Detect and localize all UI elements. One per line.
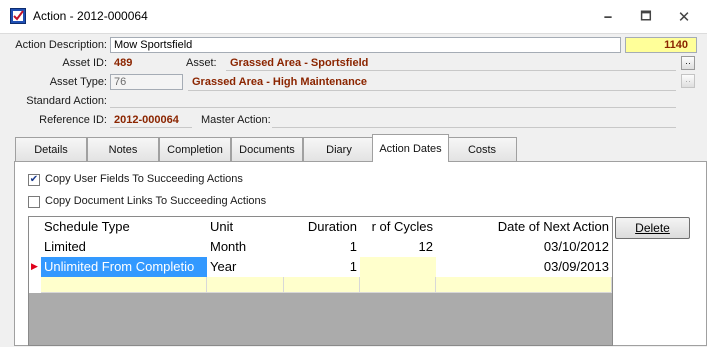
- grid-corner: [29, 217, 41, 237]
- standard-action-field[interactable]: [110, 107, 676, 108]
- master-action-field[interactable]: [272, 127, 676, 128]
- table-cell[interactable]: 1: [284, 257, 360, 277]
- tab-costs[interactable]: Costs: [447, 137, 517, 161]
- close-icon[interactable]: ✕: [674, 8, 694, 26]
- title-bar[interactable]: Action - 2012-000064 🗕 🗖 ✕: [0, 0, 707, 33]
- column-header-cycles[interactable]: r of Cycles: [360, 217, 436, 237]
- current-row-indicator-icon[interactable]: ▶: [29, 257, 41, 277]
- asset-label: Asset:: [186, 57, 217, 69]
- copy-doc-links-checkbox[interactable]: [28, 196, 40, 208]
- asset-type-lookup-button[interactable]: ‥: [681, 74, 695, 88]
- tab-diary[interactable]: Diary: [303, 137, 375, 161]
- copy-doc-links-label: Copy Document Links To Succeeding Action…: [45, 195, 267, 207]
- tab-details[interactable]: Details: [15, 137, 87, 161]
- minimize-icon[interactable]: 🗕: [598, 8, 618, 26]
- window-title: Action - 2012-000064: [33, 9, 148, 23]
- reference-id-value: 2012-000064: [114, 114, 179, 126]
- tab-documents[interactable]: Documents: [231, 137, 303, 161]
- asset-type-value: Grassed Area - High Maintenance: [192, 76, 368, 88]
- table-cell[interactable]: 1: [284, 237, 360, 257]
- table-cell[interactable]: Limited: [41, 237, 207, 257]
- action-description-label: Action Description:: [15, 39, 107, 51]
- standard-action-label: Standard Action:: [26, 95, 107, 107]
- delete-button[interactable]: Delete: [615, 217, 690, 239]
- new-row-cell[interactable]: [436, 277, 612, 293]
- reference-id-line: [110, 127, 192, 128]
- schedule-grid[interactable]: Schedule Type Unit Duration r of Cycles …: [28, 216, 613, 346]
- table-cell[interactable]: Unlimited From Completio: [41, 257, 207, 277]
- table-cell[interactable]: [360, 257, 436, 277]
- reference-id-label: Reference ID:: [39, 114, 107, 126]
- tab-completion[interactable]: Completion: [159, 137, 231, 161]
- asset-field-line: [226, 70, 676, 71]
- master-action-label: Master Action:: [201, 114, 271, 126]
- asset-id-value[interactable]: 489: [114, 57, 132, 69]
- asset-lookup-button[interactable]: ‥: [681, 56, 695, 70]
- action-description-input[interactable]: Mow Sportsfield: [110, 37, 621, 53]
- table-cell[interactable]: 12: [360, 237, 436, 257]
- copy-user-fields-checkbox[interactable]: ✔: [28, 174, 40, 186]
- row-selector[interactable]: [29, 237, 41, 257]
- tab-action-dates[interactable]: Action Dates: [372, 134, 449, 162]
- delete-button-label: Delete: [635, 221, 670, 235]
- table-cell[interactable]: Year: [207, 257, 284, 277]
- new-row-cell[interactable]: [360, 277, 436, 293]
- column-header-next-date[interactable]: Date of Next Action: [436, 217, 612, 237]
- asset-type-field-line: [188, 90, 676, 91]
- new-row-selector[interactable]: [29, 277, 41, 293]
- maximize-icon[interactable]: 🗖: [636, 8, 656, 26]
- asset-type-code-input[interactable]: 76: [110, 74, 183, 90]
- new-row-cell[interactable]: [284, 277, 360, 293]
- asset-id-label: Asset ID:: [62, 57, 107, 69]
- action-code-field: 1140: [625, 37, 697, 53]
- column-header-duration[interactable]: Duration: [284, 217, 360, 237]
- table-cell[interactable]: Month: [207, 237, 284, 257]
- table-cell[interactable]: 03/09/2013: [436, 257, 612, 277]
- tab-notes[interactable]: Notes: [87, 137, 159, 161]
- copy-user-fields-label: Copy User Fields To Succeeding Actions: [45, 173, 243, 185]
- app-icon: [10, 8, 26, 24]
- table-cell[interactable]: 03/10/2012: [436, 237, 612, 257]
- column-header-schedule-type[interactable]: Schedule Type: [41, 217, 207, 237]
- new-row-cell[interactable]: [207, 277, 284, 293]
- asset-type-label: Asset Type:: [49, 76, 107, 88]
- asset-value: Grassed Area - Sportsfield: [230, 57, 369, 69]
- new-row-cell[interactable]: [41, 277, 207, 293]
- column-header-unit[interactable]: Unit: [207, 217, 284, 237]
